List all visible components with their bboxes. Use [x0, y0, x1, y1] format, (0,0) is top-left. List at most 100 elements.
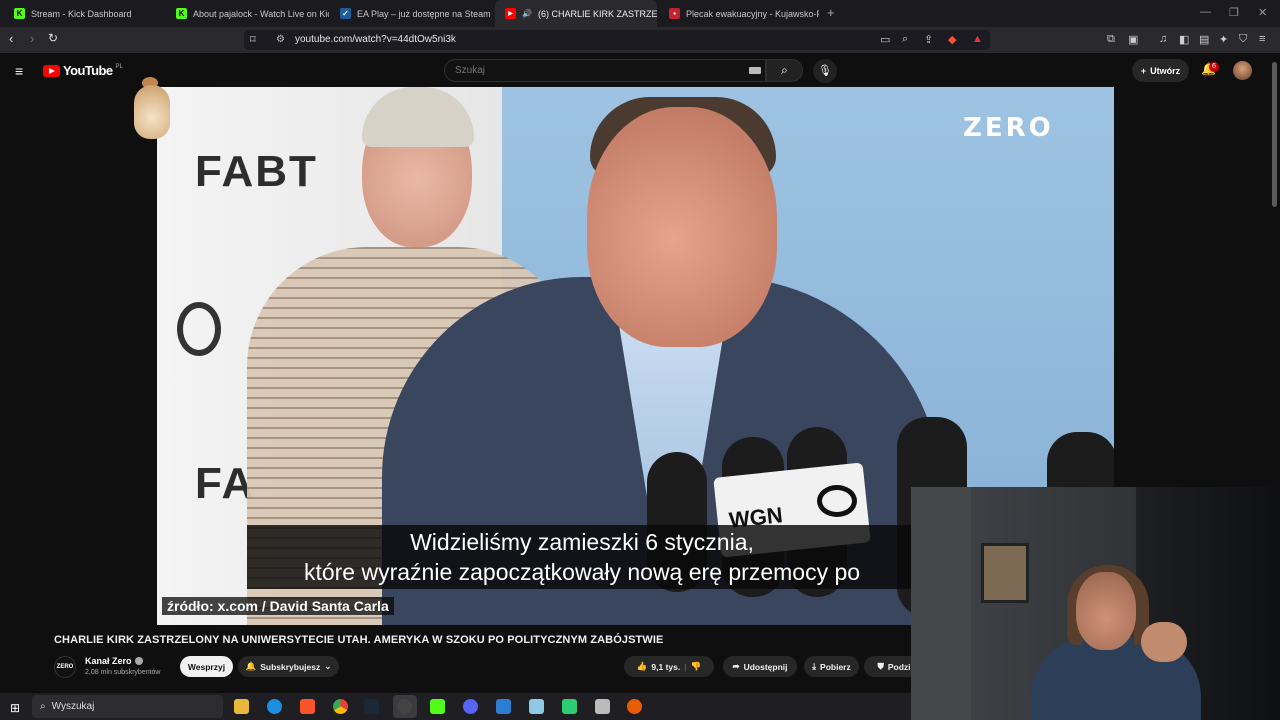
like-dislike-group[interactable]: 👍 9,1 tys. | 👎: [624, 656, 714, 677]
site-info-icon[interactable]: ⚙: [276, 34, 285, 45]
brave-icon[interactable]: [300, 699, 315, 714]
browser-tab-strip: K Stream - Kick Dashboard K About pajalo…: [0, 0, 1280, 27]
search-icon: ⌕: [781, 63, 788, 77]
mail-icon[interactable]: [496, 699, 511, 714]
vpn-shield-icon[interactable]: ⛉: [1239, 33, 1247, 46]
brave-shields-icon[interactable]: ◆: [948, 33, 956, 46]
country-code: PL: [115, 63, 123, 70]
taskbar-search-label: Wyszukaj: [51, 701, 95, 712]
tab-youtube-active[interactable]: ▶ 🔊 (6) CHARLIE KIRK ZASTRZELO ✕: [495, 0, 657, 27]
reload-icon[interactable]: ↻: [48, 31, 58, 45]
youtube-header: ≡ YouTube PL ⌕ 🎙 + Utwórz 🔔: [0, 53, 1280, 87]
search-icon: ⌕: [40, 701, 46, 712]
youtube-logo[interactable]: YouTube PL: [43, 63, 123, 78]
search-box[interactable]: [444, 59, 766, 82]
thumbs-up-icon[interactable]: 👍: [637, 661, 648, 672]
share-page-icon[interactable]: ⇪: [924, 33, 933, 46]
kick-app-icon[interactable]: [430, 699, 445, 714]
address-bar[interactable]: ⌑ ⚙ youtube.com/watch?v=44dtOw5ni3k ▭ ⌕ …: [244, 30, 990, 50]
windows-start-icon[interactable]: ⊞: [10, 701, 20, 715]
window-close-icon[interactable]: ✕: [1258, 6, 1267, 19]
leo-ai-icon[interactable]: ✦: [1219, 33, 1228, 46]
maximize-icon[interactable]: ❐: [1229, 6, 1239, 19]
steam-icon: ✓: [340, 8, 351, 19]
page-scrollbar[interactable]: [1272, 62, 1277, 207]
tab-label: EA Play – już dostępne na Steam: [357, 8, 491, 19]
thanks-label: Podzi: [887, 661, 911, 672]
create-label: Utwórz: [1150, 65, 1181, 76]
microphone-icon: 🎙: [818, 65, 832, 77]
tab-kick-dashboard[interactable]: K Stream - Kick Dashboard: [4, 0, 164, 27]
verified-check-icon: [135, 657, 143, 665]
tab-kick-pajalock[interactable]: K About pajalock - Watch Live on Kick: [166, 0, 329, 27]
discord-icon[interactable]: [463, 699, 478, 714]
cbs-eye-logo: [817, 485, 857, 517]
search-button[interactable]: ⌕: [766, 59, 803, 82]
obs-icon[interactable]: [397, 699, 412, 714]
tab-plecak[interactable]: ▪ Plecak ewakuacyjny - Kujawsko-Pom: [659, 0, 819, 27]
extensions-icon[interactable]: ⧉: [1107, 33, 1115, 46]
app-icon[interactable]: [562, 699, 577, 714]
youtube-wordmark: YouTube: [63, 63, 113, 78]
minimize-icon[interactable]: —: [1200, 6, 1211, 18]
backdrop-text-1: FABT: [195, 147, 318, 196]
keyboard-icon[interactable]: [749, 67, 761, 74]
chrome-icon[interactable]: [333, 699, 348, 714]
subscribed-button[interactable]: 🔔 Subskrybujesz ⌄: [238, 656, 339, 677]
page-icon: ▪: [669, 8, 680, 19]
search-input[interactable]: [455, 65, 735, 76]
hamburger-menu-icon[interactable]: ≡: [15, 63, 23, 79]
edge-icon[interactable]: [267, 699, 282, 714]
thumbs-down-icon[interactable]: 👎: [691, 661, 702, 672]
subscribed-label: Subskrybujesz: [260, 661, 321, 672]
divider: |: [684, 661, 687, 672]
forward-icon[interactable]: ›: [30, 31, 34, 46]
tab-steam[interactable]: ✓ EA Play – już dostępne na Steam: [330, 0, 493, 27]
download-icon: ⤓: [812, 661, 817, 671]
source-caption: źródło: x.com / David Santa Carla: [162, 597, 394, 615]
tab-search-icon[interactable]: ▣: [1128, 33, 1138, 46]
user-avatar[interactable]: [1233, 61, 1252, 80]
share-button[interactable]: ➦ Udostępnij: [723, 656, 797, 677]
channel-avatar[interactable]: ZERO: [54, 656, 76, 678]
support-button[interactable]: Wesprzyj: [180, 656, 233, 677]
tab-label: (6) CHARLIE KIRK ZASTRZELO: [537, 8, 657, 19]
speaker-icon: 🔊: [522, 9, 532, 18]
kick-icon: K: [176, 8, 187, 19]
download-button[interactable]: ⤓ Pobierz: [804, 656, 859, 677]
picture-in-picture-icon[interactable]: ▭: [880, 33, 890, 46]
steam-app-icon[interactable]: [364, 699, 379, 714]
taskbar-search[interactable]: ⌕ Wyszukaj: [32, 695, 223, 718]
thanks-icon: ⛊: [877, 661, 884, 671]
video-title: CHARLIE KIRK ZASTRZELONY NA UNIWERSYTECI…: [54, 634, 664, 646]
backdrop-logo: [177, 302, 221, 356]
plus-icon: +: [1140, 65, 1147, 76]
tab-label: Stream - Kick Dashboard: [31, 8, 132, 19]
wallet-icon[interactable]: ▤: [1199, 33, 1209, 46]
share-icon: ➦: [732, 661, 740, 671]
media-app-icon[interactable]: [627, 699, 642, 714]
game-app-icon[interactable]: [595, 699, 610, 714]
subtitle-line: Widzieliśmy zamieszki 6 stycznia,: [410, 529, 754, 555]
back-icon[interactable]: ‹: [9, 31, 13, 46]
subscriber-count: 2,08 mln subskrybentów: [85, 669, 161, 676]
new-tab-button[interactable]: +: [827, 5, 835, 20]
voice-search-button[interactable]: 🎙: [813, 59, 837, 83]
channel-name[interactable]: Kanał Zero: [85, 656, 132, 666]
webcam-overlay: [911, 487, 1280, 720]
bookmark-icon[interactable]: ⌑: [250, 33, 256, 46]
url-text: youtube.com/watch?v=44dtOw5ni3k: [295, 34, 456, 45]
file-explorer-icon[interactable]: [234, 699, 249, 714]
subtitle-line: które wyraźnie zapoczątkowały nową erę p…: [303, 559, 861, 585]
notepad-icon[interactable]: [529, 699, 544, 714]
brave-rewards-icon[interactable]: ▲: [972, 33, 983, 45]
sidebar-icon[interactable]: ◧: [1179, 33, 1189, 46]
bell-icon: 🔔: [245, 661, 257, 671]
zoom-icon[interactable]: ⌕: [902, 33, 908, 46]
browser-menu-icon[interactable]: ≡: [1259, 33, 1265, 45]
media-icon[interactable]: ♫: [1159, 33, 1167, 45]
create-button[interactable]: + Utwórz: [1132, 59, 1189, 82]
tab-label: About pajalock - Watch Live on Kick: [193, 8, 329, 19]
youtube-play-icon: [43, 64, 60, 77]
speaker-head: [587, 107, 777, 347]
